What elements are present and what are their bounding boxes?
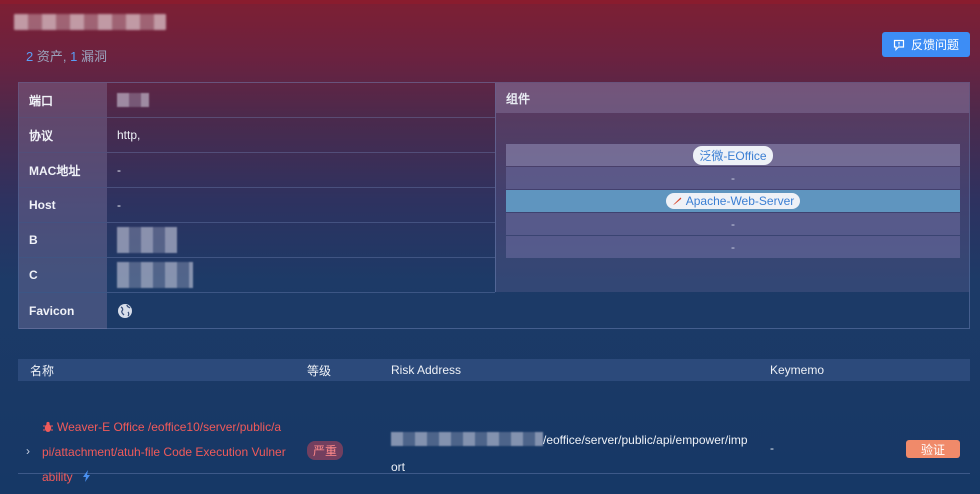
column-level: 等级 xyxy=(307,363,332,378)
asset-summary: 2 资产, 1 漏洞 xyxy=(26,46,107,65)
info-row-favicon: Favicon xyxy=(19,293,969,329)
component-item: Apache-Web-Server xyxy=(506,190,960,212)
info-value-c xyxy=(107,258,495,292)
info-value: http, xyxy=(117,128,141,142)
table-row[interactable]: › Weaver-E Office /eoffice10/server/publ… xyxy=(18,381,970,484)
info-key: 协议 xyxy=(19,118,107,152)
components-list: 泛微-EOffice - Apache-Web-Server - - xyxy=(506,144,960,259)
redacted-value xyxy=(117,227,177,253)
component-label: 泛微-EOffice xyxy=(699,148,767,163)
keymemo: - xyxy=(770,441,774,455)
feather-icon xyxy=(672,197,681,205)
info-key: Host xyxy=(19,188,107,222)
info-value: - xyxy=(117,198,121,212)
risk-address[interactable]: /eoffice/server/public/api/empower/imp o… xyxy=(391,427,761,481)
column-memo: Keymemo xyxy=(770,363,825,377)
component-label: Apache-Web-Server xyxy=(685,194,795,208)
asset-info-panel: 端口 协议 http, MAC地址 - Host - B C Favicon 组… xyxy=(18,82,970,329)
risk-address-line2: ort xyxy=(391,460,406,474)
vuln-name-line3: ability xyxy=(42,470,73,484)
components-header: 组件 xyxy=(496,83,969,113)
bolt-icon xyxy=(83,470,91,482)
info-row-c: C xyxy=(19,258,495,293)
component-chip[interactable]: Apache-Web-Server xyxy=(665,193,801,209)
component-empty: - xyxy=(731,240,735,254)
vuln-name[interactable]: Weaver-E Office /eoffice10/server/public… xyxy=(42,415,292,490)
component-item: 泛微-EOffice xyxy=(506,144,960,166)
info-row-b: B xyxy=(19,223,495,258)
table-header: 名称 等级 Risk Address Keymemo xyxy=(18,359,970,381)
column-address: Risk Address xyxy=(391,363,462,377)
components-panel: 组件 泛微-EOffice - Apache-Web-Server - - xyxy=(495,83,969,292)
top-accent-line xyxy=(0,0,980,4)
info-value: - xyxy=(117,163,121,177)
info-key: MAC地址 xyxy=(19,153,107,187)
redacted-address-host xyxy=(391,432,543,446)
comment-icon xyxy=(893,39,905,51)
info-row-mac: MAC地址 - xyxy=(19,153,495,188)
info-value-b xyxy=(107,223,495,257)
vuln-name-line1: Weaver-E Office /eoffice10/server/public… xyxy=(57,420,282,434)
info-row-port: 端口 xyxy=(19,83,495,118)
column-name: 名称 xyxy=(30,363,55,378)
component-empty: - xyxy=(731,217,735,231)
severity-badge: 严重 xyxy=(307,441,344,460)
asset-info-rows: 端口 协议 http, MAC地址 - Host - B C xyxy=(19,83,495,293)
vulns-count[interactable]: 1 xyxy=(70,49,77,64)
risk-address-line1: /eoffice/server/public/api/empower/imp xyxy=(543,433,748,447)
page-title-redacted xyxy=(14,14,166,30)
info-value-port xyxy=(107,83,495,117)
component-empty: - xyxy=(731,171,735,185)
info-key: 端口 xyxy=(19,83,107,117)
info-row-host: Host - xyxy=(19,188,495,223)
redacted-value xyxy=(117,93,149,107)
favicon-key: Favicon xyxy=(19,293,107,329)
vulnerability-table: 名称 等级 Risk Address Keymemo › Weaver-E Of… xyxy=(18,359,970,484)
feedback-label: 反馈问题 xyxy=(910,38,959,52)
bug-icon xyxy=(43,421,53,432)
component-item: - xyxy=(506,167,960,189)
component-item: - xyxy=(506,236,960,258)
assets-count[interactable]: 2 xyxy=(26,49,33,64)
vulns-label: 漏洞 xyxy=(80,49,107,64)
favicon-value xyxy=(107,293,969,329)
component-item: - xyxy=(506,213,960,235)
feedback-button[interactable]: 反馈问题 xyxy=(882,32,970,57)
verify-button[interactable]: 验证 xyxy=(906,440,960,458)
redacted-value xyxy=(117,262,193,288)
info-row-protocol: 协议 http, xyxy=(19,118,495,153)
vuln-name-line2: pi/attachment/atuh-file Code Execution V… xyxy=(42,445,286,459)
chevron-right-icon[interactable]: › xyxy=(26,444,30,458)
component-chip[interactable]: 泛微-EOffice xyxy=(693,145,773,165)
assets-label: 资产, xyxy=(36,49,67,64)
info-key: B xyxy=(19,223,107,257)
globe-icon xyxy=(118,304,132,318)
info-key: C xyxy=(19,258,107,292)
